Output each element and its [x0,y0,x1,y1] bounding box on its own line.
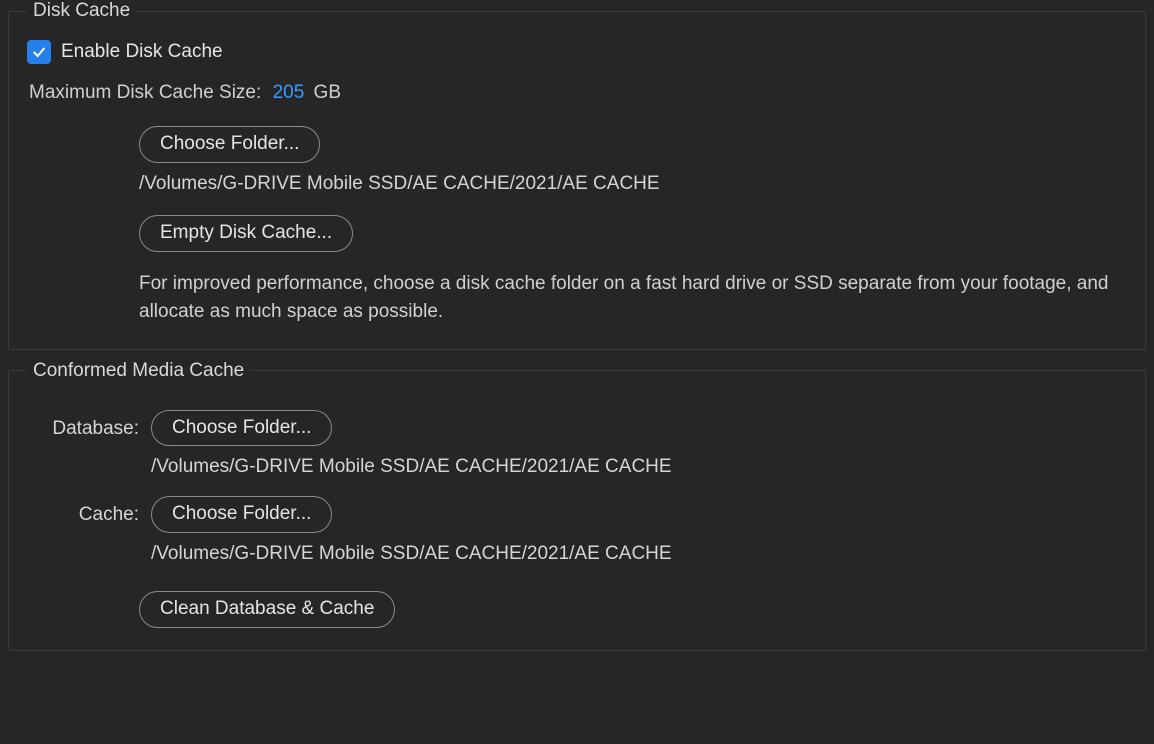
max-disk-cache-size-value[interactable]: 205 [273,82,305,103]
max-disk-cache-size-unit: GB [314,82,341,103]
conformed-media-cache-group: Conformed Media Cache Database: Choose F… [8,360,1146,651]
clean-database-and-cache-button[interactable]: Clean Database & Cache [139,591,395,628]
checkmark-icon [31,44,47,60]
empty-disk-cache-button[interactable]: Empty Disk Cache... [139,215,353,252]
database-label: Database: [27,410,151,440]
database-row: Database: Choose Folder... /Volumes/G-DR… [27,410,1127,479]
disk-cache-group: Disk Cache Enable Disk Cache Maximum Dis… [8,0,1146,350]
enable-disk-cache-checkbox[interactable] [27,40,51,64]
max-disk-cache-size-row: Maximum Disk Cache Size: 205 GB [29,82,1127,104]
cache-label: Cache: [27,496,151,526]
disk-cache-choose-folder-button[interactable]: Choose Folder... [139,126,320,163]
enable-disk-cache-label[interactable]: Enable Disk Cache [61,41,223,63]
cache-folder-path: /Volumes/G-DRIVE Mobile SSD/AE CACHE/202… [151,543,1127,565]
conformed-media-cache-legend: Conformed Media Cache [27,360,250,382]
database-choose-folder-button[interactable]: Choose Folder... [151,410,332,447]
disk-cache-legend: Disk Cache [27,0,136,22]
database-folder-path: /Volumes/G-DRIVE Mobile SSD/AE CACHE/202… [151,456,1127,478]
disk-cache-folder-path: /Volumes/G-DRIVE Mobile SSD/AE CACHE/202… [139,173,1119,195]
cache-row: Cache: Choose Folder... /Volumes/G-DRIVE… [27,496,1127,565]
disk-cache-hint-text: For improved performance, choose a disk … [139,270,1119,327]
cache-choose-folder-button[interactable]: Choose Folder... [151,496,332,533]
max-disk-cache-size-label: Maximum Disk Cache Size: [29,82,261,103]
